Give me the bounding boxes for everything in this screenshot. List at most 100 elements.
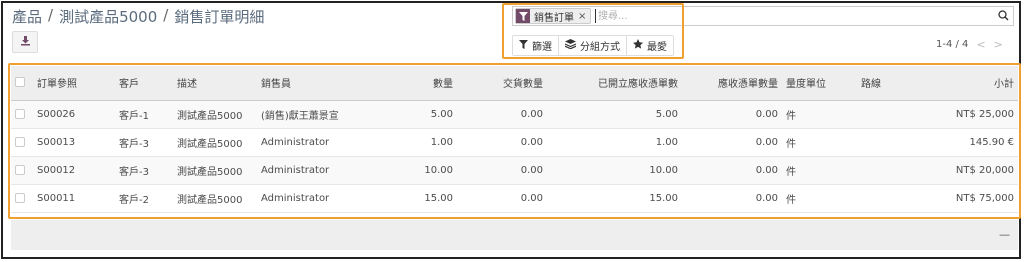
search-input[interactable] bbox=[595, 9, 955, 23]
cell-delivered-qty: 0.00 bbox=[457, 128, 547, 157]
cell-to-invoice-qty: 0.00 bbox=[682, 184, 782, 213]
column-subtotal[interactable]: 小計 bbox=[917, 66, 1018, 101]
cell-description: 測試產品5000 bbox=[173, 156, 257, 185]
table-header-row: 訂單參照 客戶 描述 銷售員 數量 交貨數量 已開立應收憑單數 應收憑單數量 量… bbox=[11, 66, 1018, 101]
row-checkbox-cell bbox=[11, 184, 33, 213]
download-button[interactable] bbox=[12, 31, 38, 53]
star-icon bbox=[633, 39, 643, 52]
filter-icon bbox=[516, 9, 530, 23]
row-checkbox-cell bbox=[11, 128, 33, 157]
table-row[interactable]: S00026 客戶-1 測試產品5000 (銷售)獻王蕭景宣 5.00 0.00… bbox=[11, 100, 1018, 129]
cell-customer: 客戶-3 bbox=[115, 156, 173, 185]
breadcrumb-separator: / bbox=[163, 6, 169, 24]
column-to-invoice-qty[interactable]: 應收憑單數量 bbox=[682, 66, 782, 101]
cell-delivered-qty: 0.00 bbox=[457, 100, 547, 129]
cell-invoiced-qty: 1.00 bbox=[547, 128, 682, 157]
search-facet: 銷售訂單 × bbox=[515, 8, 592, 24]
page-title: 銷售訂單明細 bbox=[174, 8, 265, 26]
column-quantity[interactable]: 數量 bbox=[377, 66, 457, 101]
group-by-label: 分組方式 bbox=[580, 42, 620, 53]
cell-invoiced-qty: 10.00 bbox=[547, 156, 682, 185]
cell-order-ref: S00011 bbox=[33, 184, 115, 213]
cell-invoiced-qty: 5.00 bbox=[547, 100, 682, 129]
cell-customer: 客戶-3 bbox=[115, 128, 173, 157]
cell-uom: 件 bbox=[782, 156, 857, 185]
cell-subtotal: NT$ 25,000 bbox=[917, 100, 1018, 129]
cell-subtotal: NT$ 20,000 bbox=[917, 156, 1018, 185]
row-checkbox[interactable] bbox=[15, 192, 25, 203]
pager-previous-icon[interactable]: < bbox=[976, 38, 985, 51]
table-row[interactable]: S00011 客戶-2 測試產品5000 Administrator 15.00… bbox=[11, 184, 1018, 213]
layers-icon bbox=[564, 39, 577, 52]
table-row[interactable]: S00013 客戶-3 測試產品5000 Administrator 1.00 … bbox=[11, 128, 1018, 157]
column-uom[interactable]: 量度單位 bbox=[782, 66, 857, 101]
pager-value[interactable]: 1-4 / 4 bbox=[936, 39, 968, 50]
column-customer[interactable]: 客戶 bbox=[115, 66, 173, 101]
select-all-checkbox-cell bbox=[11, 66, 33, 101]
cell-description: 測試產品5000 bbox=[173, 128, 257, 157]
cell-route bbox=[857, 156, 917, 185]
cell-uom: 件 bbox=[782, 128, 857, 157]
cell-route bbox=[857, 100, 917, 129]
breadcrumb-item-product[interactable]: 產品 bbox=[12, 6, 42, 27]
cell-delivered-qty: 0.00 bbox=[457, 156, 547, 185]
search-icon[interactable] bbox=[998, 10, 1009, 24]
cell-quantity: 15.00 bbox=[377, 184, 457, 213]
row-checkbox-cell bbox=[11, 156, 33, 185]
favorites-button[interactable]: 最愛 bbox=[627, 36, 673, 55]
breadcrumb-separator: / bbox=[48, 6, 54, 24]
cell-order-ref: S00013 bbox=[33, 128, 115, 157]
cell-delivered-qty: 0.00 bbox=[457, 184, 547, 213]
download-icon bbox=[20, 35, 31, 49]
filter-label: 篩選 bbox=[532, 42, 552, 53]
cell-to-invoice-qty: 0.00 bbox=[682, 100, 782, 129]
cell-route bbox=[857, 184, 917, 213]
cell-invoiced-qty: 15.00 bbox=[547, 184, 682, 213]
cell-to-invoice-qty: 0.00 bbox=[682, 128, 782, 157]
cell-uom: 件 bbox=[782, 100, 857, 129]
row-checkbox[interactable] bbox=[15, 108, 25, 119]
order-lines-table: 訂單參照 客戶 描述 銷售員 數量 交貨數量 已開立應收憑單數 應收憑單數量 量… bbox=[11, 66, 1018, 213]
cell-subtotal: 145.90 € bbox=[917, 128, 1018, 157]
cell-salesperson: Administrator bbox=[257, 128, 377, 157]
row-checkbox-cell bbox=[11, 100, 33, 129]
filter-icon bbox=[519, 39, 528, 52]
column-salesperson[interactable]: 銷售員 bbox=[257, 66, 377, 101]
column-description[interactable]: 描述 bbox=[173, 66, 257, 101]
cell-to-invoice-qty: 0.00 bbox=[682, 156, 782, 185]
cell-order-ref: S00026 bbox=[33, 100, 115, 129]
column-route[interactable]: 路線 bbox=[857, 66, 917, 101]
pager-next-icon[interactable]: > bbox=[994, 38, 1003, 51]
cell-order-ref: S00012 bbox=[33, 156, 115, 185]
cell-description: 測試產品5000 bbox=[173, 100, 257, 129]
column-invoiced-qty[interactable]: 已開立應收憑單數 bbox=[547, 66, 682, 101]
cell-salesperson: (銷售)獻王蕭景宣 bbox=[257, 100, 377, 129]
cell-uom: 件 bbox=[782, 184, 857, 213]
search-bar: 銷售訂單 × bbox=[512, 6, 1014, 26]
cell-route bbox=[857, 128, 917, 157]
cell-customer: 客戶-2 bbox=[115, 184, 173, 213]
cell-salesperson: Administrator bbox=[257, 156, 377, 185]
breadcrumb: 產品 / 測試產品5000 / 銷售訂單明細 bbox=[12, 6, 264, 27]
group-by-button[interactable]: 分組方式 bbox=[559, 36, 627, 55]
cell-quantity: 5.00 bbox=[377, 100, 457, 129]
cell-subtotal: NT$ 75,000 bbox=[917, 184, 1018, 213]
column-delivered-qty[interactable]: 交貨數量 bbox=[457, 66, 547, 101]
row-checkbox[interactable] bbox=[15, 136, 25, 147]
cell-description: 測試產品5000 bbox=[173, 184, 257, 213]
row-checkbox[interactable] bbox=[15, 164, 25, 175]
select-all-checkbox[interactable] bbox=[15, 77, 25, 88]
search-options-group: 篩選 分組方式 最愛 bbox=[512, 35, 674, 56]
table-footer bbox=[11, 220, 1018, 250]
facet-label: 銷售訂單 bbox=[534, 12, 574, 24]
filter-button[interactable]: 篩選 bbox=[513, 36, 559, 55]
cell-customer: 客戶-1 bbox=[115, 100, 173, 129]
breadcrumb-item-product-name[interactable]: 測試產品5000 bbox=[59, 6, 157, 27]
table-row[interactable]: S00012 客戶-3 測試產品5000 Administrator 10.00… bbox=[11, 156, 1018, 185]
cell-salesperson: Administrator bbox=[257, 184, 377, 213]
cell-quantity: 1.00 bbox=[377, 128, 457, 157]
facet-remove-icon[interactable]: × bbox=[578, 11, 590, 22]
column-order-ref[interactable]: 訂單參照 bbox=[33, 66, 115, 101]
cell-quantity: 10.00 bbox=[377, 156, 457, 185]
footer-dash: — bbox=[999, 228, 1010, 241]
